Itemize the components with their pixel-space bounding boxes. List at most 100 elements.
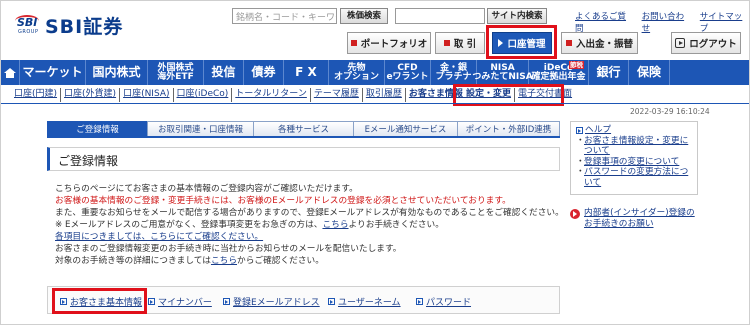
portfolio-button-label: ポートフォリオ <box>360 39 428 50</box>
trade-button-label: 取 引 <box>453 39 477 50</box>
help-box: ヘルプ ・お客さま情報設定・変更について ・登録事項の変更について ・パスワード… <box>570 121 698 195</box>
p4-post: よりお手続きください。 <box>348 220 444 230</box>
highlight-account-button <box>486 25 557 59</box>
sbi-logo[interactable]: SBI GROUP SBI証券 <box>15 12 123 39</box>
trade-button[interactable]: 取 引 <box>435 32 485 54</box>
help-link-registration-change[interactable]: 登録事項の変更について <box>584 157 679 168</box>
tab-email-notification[interactable]: Eメール通知サービス <box>353 121 457 137</box>
faq-link[interactable]: よくあるご質問 <box>575 10 634 34</box>
subnav-theme-history[interactable]: テーマ履歴 <box>311 88 363 102</box>
subnav-ideco-account[interactable]: 口座(iDeCo) <box>174 88 233 102</box>
deposit-button-label: 入出金・振替 <box>575 39 633 50</box>
arrow-box-icon <box>416 298 423 305</box>
body-paragraph-4: ※ Eメールアドレスのご用意がなく、登録事項変更をお急ぎの方は、こちらよりお手続… <box>55 219 565 231</box>
page-title-box: ご登録情報 <box>47 147 560 171</box>
menu-registered-email[interactable]: 登録Eメールアドレス <box>223 295 320 308</box>
insider-registration-link[interactable]: 内部者(インサイダー)登録のお手続きのお願い <box>584 208 698 230</box>
nav-futures-options[interactable]: 先物 オプション <box>329 60 385 85</box>
subnav-trade-history[interactable]: 取引履歴 <box>363 88 406 102</box>
help-heading-label: ヘルプ <box>585 125 612 135</box>
arrow-box-icon <box>148 298 155 305</box>
help-item: ・パスワードの変更方法について <box>576 167 692 188</box>
menu-password[interactable]: パスワード <box>416 295 471 308</box>
no-email-procedure-link[interactable]: こちら <box>322 220 348 230</box>
info-body: こちらのページにてお客さまの基本情報のご登録内容がご確認いただけます。 お客様の… <box>55 183 565 267</box>
logo-mark-text: SBI <box>17 15 38 29</box>
subnav-divider <box>0 103 750 104</box>
timestamp: 2022-03-29 16:10:24 <box>630 107 710 116</box>
sitemap-link[interactable]: サイトマップ <box>700 10 750 34</box>
p4-pre: ※ Eメールアドレスのご用意がなく、登録事項変更をお急ぎの方は、 <box>55 220 323 230</box>
home-icon <box>3 67 16 78</box>
email-required-notice: お客様の基本情報のご登録・変更手続きには、お客様のEメールアドレスの登録を必須と… <box>55 196 511 206</box>
body-paragraph-3: また、重要なお知らせをメールで配信する場合がありますので、登録Eメールアドレスが… <box>55 208 564 218</box>
item-details-link[interactable]: 各項目につきましては、こちらにてご確認ください。 <box>55 232 263 242</box>
site-search-input[interactable] <box>395 8 485 24</box>
tab-services[interactable]: 各種サービス <box>253 121 353 137</box>
nav-market[interactable]: マーケット <box>20 60 86 85</box>
help-link-settings-change[interactable]: お客さま情報設定・変更について <box>584 136 692 157</box>
page-title: ご登録情報 <box>58 154 119 168</box>
stock-search-button[interactable]: 株価検索 <box>340 8 388 24</box>
red-square-icon <box>443 40 450 46</box>
arrow-box-icon <box>223 298 230 305</box>
subnav-jpy-account[interactable]: 口座(円建) <box>14 88 62 102</box>
nav-domestic-stock[interactable]: 国内株式 <box>86 60 148 85</box>
body-paragraph-6: お客さまのご登録情報変更のお手続き時に当社からお知らせのメールを配信いたします。 <box>55 244 402 254</box>
main-navigation: マーケット 国内株式 外国株式 海外ETF 投信 債券 F X 先物 オプション… <box>0 60 750 85</box>
nav-cfd[interactable]: CFD eワラント <box>385 60 431 85</box>
home-nav[interactable] <box>0 60 20 85</box>
logout-button-label: ログアウト <box>689 39 737 50</box>
stock-search-input[interactable]: 銘柄名・コード・キーワード <box>232 8 337 24</box>
logo-text: SBI証券 <box>45 16 124 38</box>
nav-fx[interactable]: F X <box>284 60 329 85</box>
p7-post: からご確認ください。 <box>237 256 324 266</box>
nav-bonds[interactable]: 債券 <box>244 60 284 85</box>
logo-group-text: GROUP <box>18 28 39 35</box>
subnav-foreign-account[interactable]: 口座(外貨建) <box>61 88 121 102</box>
deposit-transfer-button[interactable]: 入出金・振替 <box>561 32 638 54</box>
menu-username-label: ユーザーネーム <box>338 298 401 308</box>
red-square-icon <box>565 40 572 46</box>
highlight-basic-info-link <box>52 288 147 314</box>
body-paragraph-7: 対象のお手続き等の詳細につきましてはこちらからご確認ください。 <box>55 255 565 267</box>
site-search-button[interactable]: サイト内検索 <box>487 8 547 24</box>
nav-mutual-funds[interactable]: 投信 <box>204 60 244 85</box>
tab-points-external-id[interactable]: ポイント・外部ID連携 <box>457 121 560 137</box>
procedure-details-link[interactable]: こちら <box>211 256 237 266</box>
bullet: ・ <box>576 135 585 146</box>
top-links: よくあるご質問 お問い合わせ サイトマップ <box>575 10 750 34</box>
red-arrow-circle-icon <box>570 209 580 219</box>
red-square-icon <box>350 40 357 46</box>
subnav-total-return[interactable]: トータルリターン <box>232 88 311 102</box>
tax-saving-badge: 節税 <box>569 61 584 69</box>
nav-gold-silver[interactable]: 金・銀 プラチナ <box>431 60 477 85</box>
portfolio-button[interactable]: ポートフォリオ <box>347 32 431 54</box>
bullet: ・ <box>576 167 585 177</box>
tab-trading-account-info[interactable]: お取引関連・口座情報 <box>147 121 253 137</box>
logout-icon <box>675 38 686 48</box>
help-link-password-change[interactable]: パスワードの変更方法について <box>584 167 692 188</box>
nav-bank[interactable]: 銀行 <box>589 60 629 85</box>
menu-password-label: パスワード <box>426 298 472 308</box>
subnav-nisa-account[interactable]: 口座(NISA) <box>120 88 174 102</box>
settings-tabs: ご登録情報 お取引関連・口座情報 各種サービス Eメール通知サービス ポイント・… <box>47 121 560 137</box>
menu-username[interactable]: ユーザーネーム <box>328 295 401 308</box>
body-paragraph-5: 各項目につきましては、こちらにてご確認ください。 <box>55 231 565 243</box>
nav-insurance[interactable]: 保険 <box>629 60 670 85</box>
menu-my-number-label: マイナンバー <box>158 298 212 308</box>
logout-button[interactable]: ログアウト <box>671 32 741 54</box>
p7-pre: 対象のお手続き等の詳細につきましては <box>55 256 211 266</box>
tab-underline <box>47 136 560 138</box>
nav-nisa[interactable]: NISA つみたてNISA <box>472 60 533 85</box>
nav-foreign-stock[interactable]: 外国株式 海外ETF <box>148 60 204 85</box>
insider-registration: 内部者(インサイダー)登録のお手続きのお願い <box>570 208 698 230</box>
arrow-box-icon <box>576 126 583 134</box>
menu-my-number[interactable]: マイナンバー <box>148 295 212 308</box>
tab-registered-info[interactable]: ご登録情報 <box>47 121 147 137</box>
nav-ideco[interactable]: iDeCo 確定拠出年金 節税 <box>529 60 589 85</box>
contact-link[interactable]: お問い合わせ <box>642 10 692 34</box>
help-heading[interactable]: ヘルプ <box>576 125 692 136</box>
arrow-box-icon <box>328 298 335 305</box>
help-item: ・お客さま情報設定・変更について <box>576 136 692 157</box>
